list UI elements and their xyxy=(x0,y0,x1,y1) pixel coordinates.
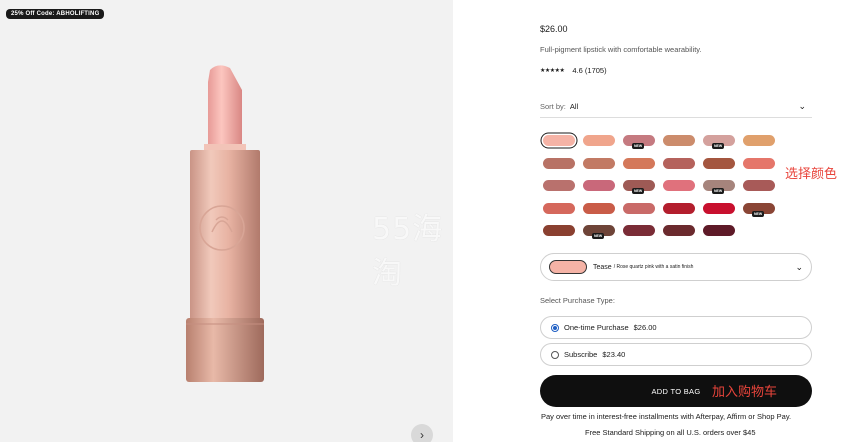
shade-swatch[interactable] xyxy=(543,180,575,191)
chevron-down-icon: ⌄ xyxy=(798,101,806,111)
radio-checked-icon[interactable] xyxy=(551,323,559,332)
new-tag: NEW xyxy=(632,188,645,194)
shade-swatch[interactable] xyxy=(543,157,575,169)
subscribe-price: $23.40 xyxy=(602,350,626,359)
product-description: Full-pigment lipstick with comfortable w… xyxy=(540,45,702,54)
shade-swatch[interactable] xyxy=(543,135,575,146)
lipstick-image xyxy=(186,65,264,382)
sort-label: Sort by: xyxy=(540,102,566,111)
shade-name: Tease xyxy=(593,263,612,271)
selected-shade-chip xyxy=(549,260,587,274)
shade-swatch[interactable] xyxy=(543,202,575,214)
watermark: 55海淘 xyxy=(372,212,444,291)
sort-dropdown[interactable]: Sort by: All ⌄ xyxy=(540,96,812,118)
shade-swatch[interactable] xyxy=(703,202,735,214)
shipping-info: Free Standard Shipping on all U.S. order… xyxy=(585,428,756,437)
subscribe-option[interactable]: Subscribe $23.40 xyxy=(540,343,812,366)
promo-badge: 25% Off Code: ABHOLIFTING xyxy=(6,9,105,19)
product-rating[interactable]: ★★★★★ 4.6 (1705) xyxy=(540,66,607,75)
product-price: $26.00 xyxy=(540,24,568,34)
shade-swatch[interactable] xyxy=(543,225,575,236)
shade-swatch[interactable] xyxy=(583,135,615,146)
shade-swatch[interactable] xyxy=(743,180,775,191)
new-tag: NEW xyxy=(632,143,645,149)
choose-color-annotation: 选择颜色 xyxy=(785,167,838,182)
shade-swatch[interactable]: NEW xyxy=(703,180,735,194)
chevron-right-icon: › xyxy=(420,428,424,442)
shade-detail: / Rose quartz pink with a satin finish xyxy=(613,264,694,270)
shade-swatch[interactable] xyxy=(703,225,735,236)
shade-swatch[interactable]: NEW xyxy=(623,180,655,194)
shade-swatch[interactable]: NEW xyxy=(623,135,655,149)
shade-swatch[interactable] xyxy=(743,135,775,146)
shade-swatch[interactable] xyxy=(663,157,695,169)
new-tag: NEW xyxy=(592,233,605,239)
product-image-panel: 25% Off Code: ABHOLIFTING 55海淘 › xyxy=(0,0,453,442)
shade-select-dropdown[interactable]: Tease / Rose quartz pink with a satin fi… xyxy=(540,253,812,281)
new-tag: NEW xyxy=(752,210,765,217)
purchase-type-label: Select Purchase Type: xyxy=(540,296,615,305)
shade-swatch[interactable] xyxy=(663,135,695,146)
shade-swatch[interactable]: NEW xyxy=(703,135,735,149)
chevron-down-icon: ⌄ xyxy=(795,261,803,272)
radio-unchecked-icon[interactable] xyxy=(551,350,559,359)
shade-swatch[interactable] xyxy=(583,157,615,169)
subscribe-label: Subscribe xyxy=(564,350,598,359)
new-tag: NEW xyxy=(712,188,725,194)
rating-value: 4.6 (1705) xyxy=(572,66,607,75)
shade-swatch[interactable] xyxy=(703,157,735,169)
shade-swatch[interactable] xyxy=(663,225,695,236)
add-to-bag-label: ADD TO BAG xyxy=(651,386,701,396)
payment-info: Pay over time in interest-free installme… xyxy=(541,412,792,421)
shade-swatch[interactable] xyxy=(583,180,615,191)
shade-swatch[interactable] xyxy=(623,157,655,169)
shade-swatch-grid: NEW NEW NEW NEW NEW NEW xyxy=(541,133,781,243)
one-time-purchase-option[interactable]: One-time Purchase $26.00 xyxy=(540,316,812,339)
rating-stars-icon: ★★★★★ xyxy=(540,68,565,74)
add-to-bag-annotation: 加入购物车 xyxy=(712,385,778,400)
sort-value: All xyxy=(569,102,579,111)
next-image-button[interactable]: › xyxy=(411,424,433,442)
one-time-price: $26.00 xyxy=(633,323,657,332)
shade-swatch[interactable]: NEW xyxy=(743,202,775,217)
shade-swatch[interactable] xyxy=(623,202,655,214)
shade-swatch[interactable]: NEW xyxy=(583,225,615,239)
shade-swatch[interactable] xyxy=(623,225,655,236)
shade-swatch[interactable] xyxy=(663,202,695,214)
one-time-label: One-time Purchase xyxy=(564,323,629,332)
new-tag: NEW xyxy=(712,143,725,149)
add-to-bag-button[interactable]: ADD TO BAG 加入购物车 xyxy=(540,375,812,407)
shade-swatch[interactable] xyxy=(663,180,695,191)
shade-swatch[interactable] xyxy=(743,157,775,169)
shade-swatch[interactable] xyxy=(583,202,615,214)
